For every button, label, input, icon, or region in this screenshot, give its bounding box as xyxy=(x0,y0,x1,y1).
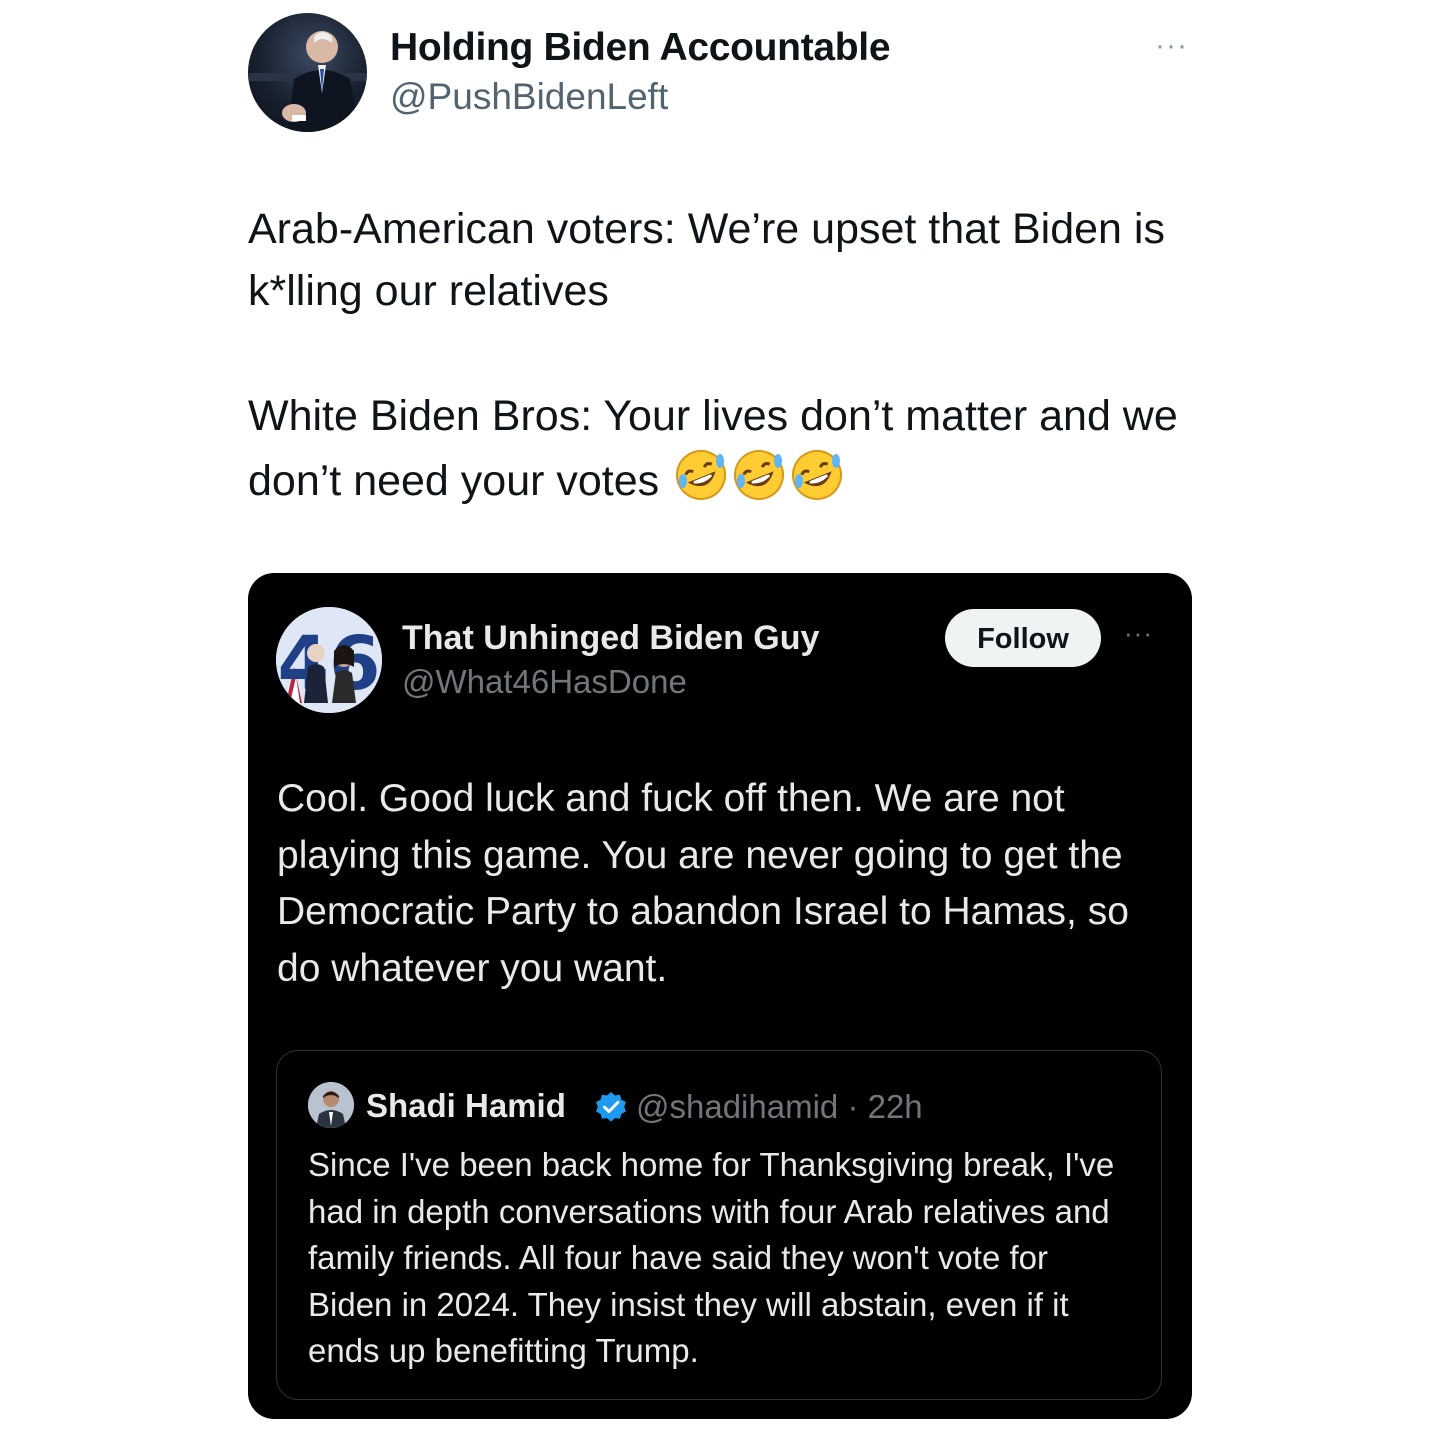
author-avatar[interactable] xyxy=(248,13,367,132)
card-tweet-text: Cool. Good luck and fuck off then. We ar… xyxy=(277,777,1129,990)
quoted-tweet[interactable]: Shadi Hamid @shadihamid · 22h Since I've… xyxy=(276,1050,1162,1400)
card-author-handle[interactable]: @What46HasDone xyxy=(402,663,687,701)
laughing-emoji-icon xyxy=(731,447,787,520)
laughing-emoji-icon xyxy=(673,447,729,520)
embedded-tweet-card[interactable]: 46 That Unhinged Biden Guy @What46HasDon… xyxy=(248,573,1192,1419)
tweet-text-paragraph-1: Arab-American voters: We’re upset that B… xyxy=(248,205,1165,315)
avatar-46-label: 46 xyxy=(278,621,381,707)
more-options-icon[interactable]: ··· xyxy=(1155,31,1188,61)
quote-author-avatar[interactable] xyxy=(308,1082,354,1128)
quote-author-name[interactable]: Shadi Hamid xyxy=(366,1087,566,1125)
card-more-options-icon[interactable]: ··· xyxy=(1124,620,1153,646)
author-name[interactable]: Holding Biden Accountable xyxy=(390,26,891,70)
laughing-emoji-icon xyxy=(789,447,845,520)
card-author-avatar[interactable]: 46 xyxy=(276,607,382,713)
verified-badge-icon xyxy=(596,1092,626,1122)
tweet: Holding Biden Accountable @PushBidenLeft… xyxy=(248,0,1192,1440)
card-author-name[interactable]: That Unhinged Biden Guy xyxy=(402,619,819,658)
person-silhouette-icon xyxy=(248,31,367,132)
author-handle[interactable]: @PushBidenLeft xyxy=(390,76,668,118)
quote-author-handle-time[interactable]: @shadihamid · 22h xyxy=(636,1088,923,1126)
tweet-text-paragraph-2: White Biden Bros: Your lives don’t matte… xyxy=(248,385,1192,520)
follow-button[interactable]: Follow xyxy=(945,609,1101,667)
quote-tweet-text: Since I've been back home for Thanksgivi… xyxy=(308,1146,1115,1369)
